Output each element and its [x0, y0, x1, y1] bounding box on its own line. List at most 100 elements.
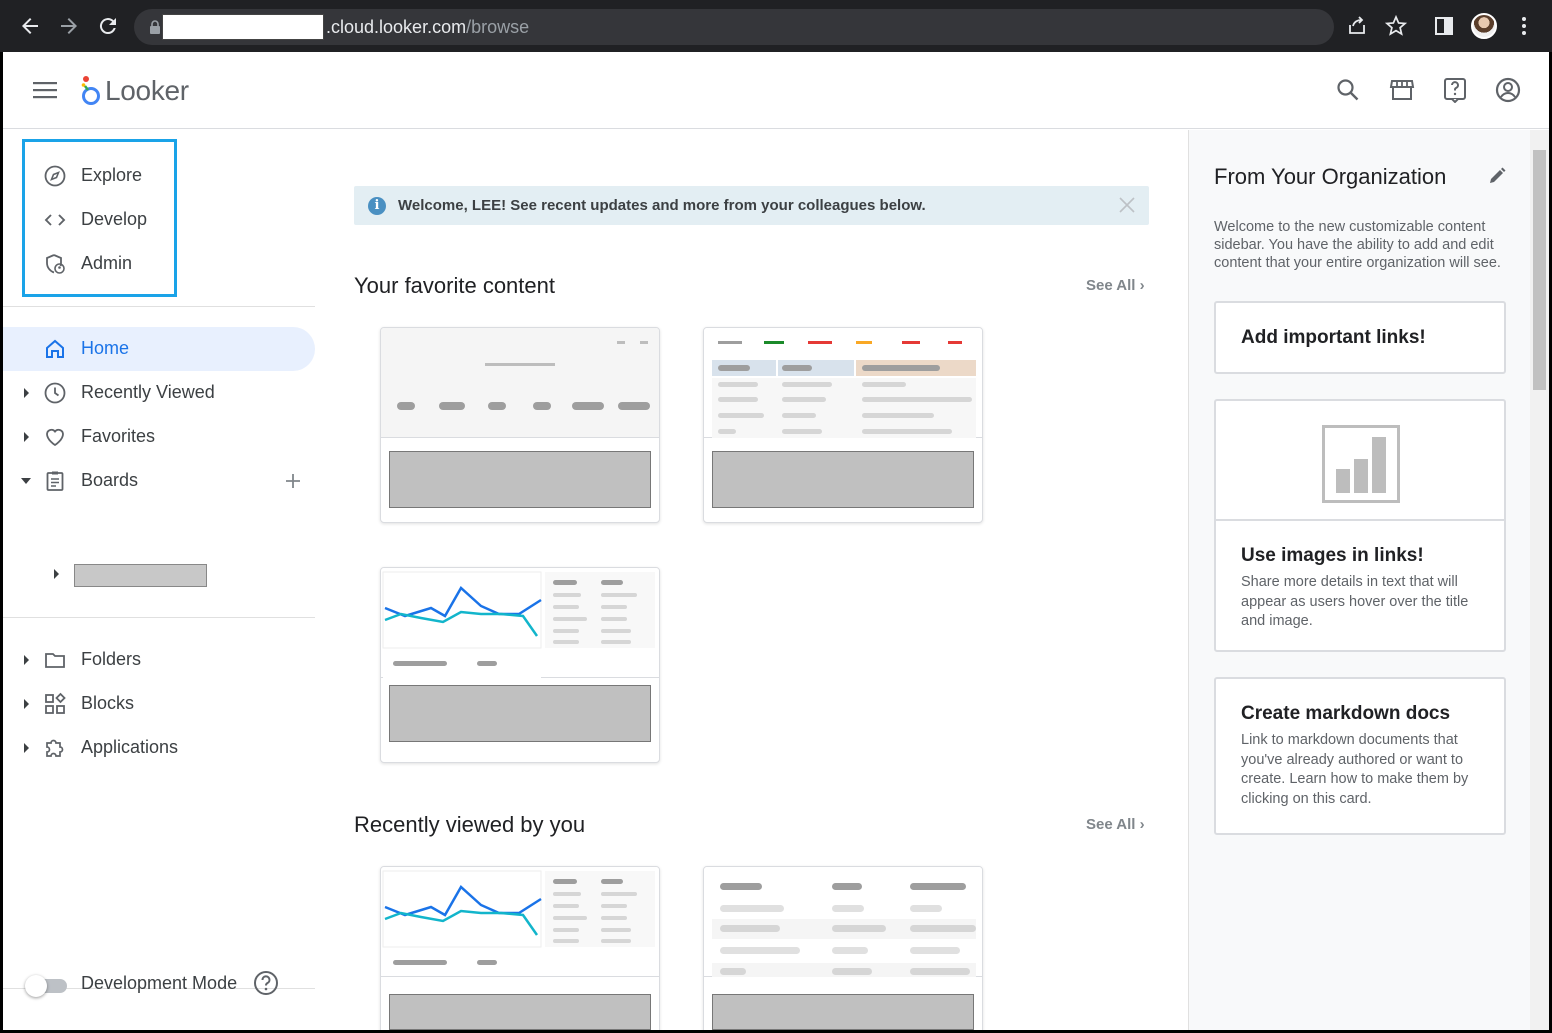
- looker-mark-icon: [81, 76, 100, 105]
- nav-folders[interactable]: Folders: [3, 638, 315, 682]
- help-center-icon[interactable]: [1442, 77, 1468, 103]
- development-mode-toggle[interactable]: [25, 975, 69, 997]
- welcome-banner: i Welcome, LEE! See recent updates and m…: [354, 186, 1149, 225]
- code-icon: [44, 214, 66, 226]
- star-icon[interactable]: [1385, 15, 1407, 37]
- favorite-card[interactable]: [380, 327, 660, 523]
- line-chart-thumbnail-icon: [382, 870, 655, 965]
- profile-avatar[interactable]: [1471, 13, 1497, 39]
- caret-down-icon[interactable]: [20, 474, 32, 488]
- heart-icon: [46, 428, 64, 447]
- scrollbar-thumb[interactable]: [1533, 150, 1546, 390]
- card-description: Link to markdown documents that you've a…: [1241, 732, 1469, 807]
- redacted-title: [389, 451, 651, 508]
- reload-icon[interactable]: [96, 14, 120, 38]
- nav-explore[interactable]: Explore: [3, 154, 315, 198]
- address-bar[interactable]: .cloud.looker.com/browse: [134, 9, 1334, 45]
- redacted-board-item[interactable]: [74, 564, 207, 587]
- table-thumbnail-icon: [712, 883, 976, 977]
- account-icon[interactable]: [1495, 77, 1521, 103]
- puzzle-icon: [46, 739, 64, 757]
- toggle-knob: [25, 975, 47, 997]
- nav-favorites[interactable]: Favorites: [3, 415, 315, 459]
- forward-arrow-icon[interactable]: [57, 14, 81, 38]
- recent-card[interactable]: [380, 866, 660, 1030]
- card-title: Use images in links!: [1241, 545, 1424, 566]
- development-mode-label: Development Mode: [81, 973, 238, 993]
- clock-icon: [44, 382, 66, 404]
- logo-text: Looker: [105, 75, 189, 106]
- redacted-title: [389, 685, 651, 742]
- recent-card[interactable]: [703, 866, 983, 1030]
- nav-blocks[interactable]: Blocks: [3, 682, 315, 726]
- card-thumbnail: [704, 328, 982, 438]
- caret-right-icon[interactable]: [20, 386, 32, 400]
- clipboard-icon: [46, 471, 64, 491]
- nav-recently-viewed[interactable]: Recently Viewed: [3, 371, 315, 415]
- redacted-title: [389, 994, 651, 1030]
- favorites-see-all-link[interactable]: See All ›: [1086, 277, 1145, 294]
- nav-home[interactable]: Home: [3, 327, 315, 371]
- info-icon: i: [368, 197, 386, 215]
- caret-right-icon[interactable]: [20, 741, 32, 755]
- recent-see-all-link[interactable]: See All ›: [1086, 816, 1145, 833]
- card-title: Add important links!: [1241, 327, 1426, 348]
- card-thumbnail: [381, 568, 659, 678]
- help-circle-icon[interactable]: [253, 970, 279, 996]
- sidebar-card-links[interactable]: Add important links!: [1214, 301, 1506, 374]
- url-text: .cloud.looker.com/browse: [326, 17, 530, 37]
- redacted-title: [712, 994, 974, 1030]
- back-arrow-icon[interactable]: [18, 14, 42, 38]
- favorite-card[interactable]: [703, 327, 983, 523]
- card-thumbnail: [381, 867, 659, 977]
- pencil-edit-icon[interactable]: [1487, 166, 1507, 186]
- favorites-title: Your favorite content: [354, 273, 555, 298]
- side-panel-icon[interactable]: [1433, 15, 1455, 37]
- nav-admin[interactable]: Admin: [3, 242, 315, 286]
- card-thumbnail: [381, 328, 659, 438]
- nav-boards[interactable]: Boards: [3, 459, 315, 503]
- close-icon[interactable]: [1118, 196, 1136, 214]
- card-image-area: [1216, 401, 1504, 521]
- left-navigation: Explore Develop Admin Home Recently View…: [3, 130, 318, 1030]
- redacted-subdomain: [162, 14, 324, 40]
- search-icon[interactable]: [1335, 77, 1361, 103]
- looker-logo[interactable]: Looker: [79, 74, 189, 108]
- kebab-menu-icon[interactable]: [1513, 15, 1535, 37]
- redacted-title: [712, 451, 974, 508]
- looker-app: Looker Explore Develop Admin Home Recent…: [3, 52, 1549, 1030]
- share-icon[interactable]: [1346, 15, 1368, 37]
- sidebar-title: From Your Organization: [1214, 164, 1447, 189]
- browser-chrome: .cloud.looker.com/browse: [0, 0, 1552, 52]
- admin-icon: [46, 254, 65, 274]
- caret-right-icon[interactable]: [20, 430, 32, 444]
- main-content: i Welcome, LEE! See recent updates and m…: [318, 130, 1188, 1030]
- marketplace-icon[interactable]: [1389, 77, 1415, 103]
- bar-chart-icon: [1322, 425, 1400, 503]
- organization-sidebar: From Your Organization Welcome to the ne…: [1188, 130, 1549, 1030]
- caret-right-icon[interactable]: [20, 653, 32, 667]
- blocks-icon: [45, 692, 66, 714]
- favorite-card[interactable]: [380, 567, 660, 763]
- welcome-text: Welcome, LEE! See recent updates and mor…: [398, 197, 926, 214]
- nav-develop[interactable]: Develop: [3, 198, 315, 242]
- table-thumbnail-icon: [712, 341, 976, 438]
- sidebar-card-markdown[interactable]: Create markdown docs Link to markdown do…: [1214, 677, 1506, 835]
- card-thumbnail: [704, 867, 982, 977]
- recently-viewed-title: Recently viewed by you: [354, 812, 586, 837]
- single-value-thumbnail-icon: [397, 341, 650, 410]
- home-icon: [46, 339, 64, 358]
- nav-divider: [3, 617, 315, 618]
- nav-divider: [3, 306, 315, 307]
- caret-right-icon[interactable]: [20, 697, 32, 711]
- lock-icon: [150, 20, 160, 34]
- add-board-plus-icon[interactable]: [285, 473, 301, 489]
- board-child-caret-icon[interactable]: [50, 567, 62, 581]
- sidebar-card-images[interactable]: Use images in links! Share more details …: [1214, 399, 1506, 652]
- nav-applications[interactable]: Applications: [3, 726, 315, 770]
- top-bar: Looker: [3, 52, 1549, 129]
- folder-icon: [45, 653, 65, 668]
- hamburger-menu-icon[interactable]: [33, 80, 57, 100]
- card-description: Share more details in text that will app…: [1241, 574, 1469, 629]
- card-title: Create markdown docs: [1241, 703, 1451, 724]
